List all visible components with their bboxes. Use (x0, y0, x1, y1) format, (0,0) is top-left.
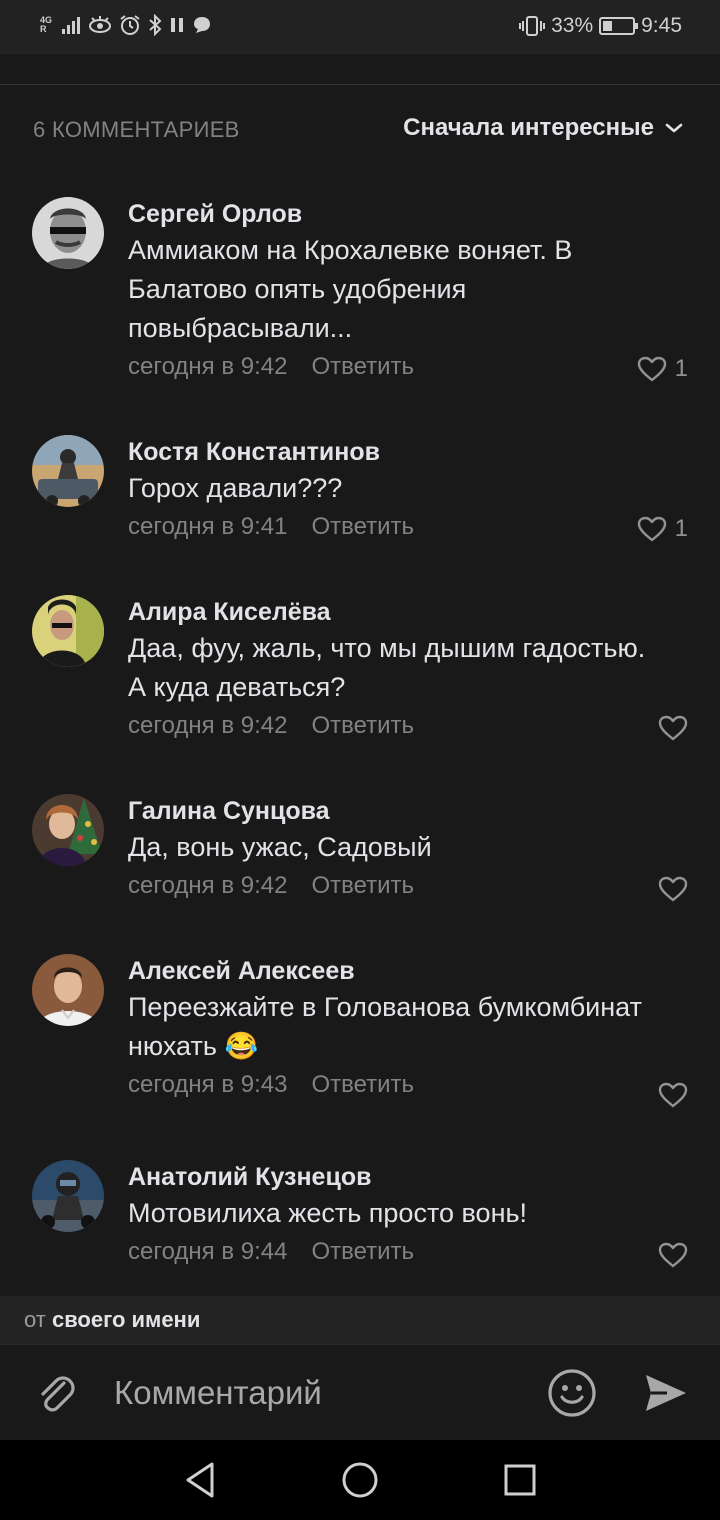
clock: 9:45 (641, 14, 682, 37)
comment-author[interactable]: Сергей Орлов (128, 197, 648, 231)
avatar-selfie-photo-icon[interactable] (32, 595, 104, 667)
laughing-emoji-icon: 😂 (224, 1031, 259, 1061)
avatar-vehicle-photo-icon[interactable] (32, 435, 104, 507)
comment-time: сегодня в 9:43 (128, 1071, 288, 1098)
comment-author[interactable]: Алексей Алексеев (128, 954, 648, 988)
comment-author[interactable]: Галина Сунцова (128, 794, 648, 828)
post-as-prefix: от (24, 1307, 46, 1332)
comment-time: сегодня в 9:42 (128, 353, 288, 380)
heart-icon (637, 516, 666, 542)
like-button[interactable] (658, 1082, 688, 1108)
post-as-name[interactable]: своего имени (52, 1307, 200, 1332)
home-button[interactable] (341, 1460, 379, 1505)
reply-button[interactable]: Ответить (311, 1235, 414, 1269)
back-button[interactable] (182, 1460, 218, 1505)
recents-button[interactable] (503, 1460, 537, 1505)
comment-time: сегодня в 9:44 (128, 1238, 288, 1265)
comment-text: Даа, фуу, жаль, что мы дышим гадостью. А… (128, 633, 646, 702)
recents-square-icon (504, 1464, 536, 1496)
heart-icon (658, 876, 688, 902)
home-circle-icon (342, 1462, 378, 1498)
comment-time: сегодня в 9:41 (128, 513, 288, 540)
pause-notification-icon (171, 18, 183, 32)
alarm-icon (120, 15, 140, 35)
like-button[interactable] (658, 876, 688, 902)
smiley-icon (548, 1369, 596, 1417)
comment-composer (0, 1344, 720, 1440)
like-count: 1 (674, 515, 688, 542)
comment-time: сегодня в 9:42 (128, 712, 288, 739)
comment-text: Мотовилиха жесть просто вонь! (128, 1198, 528, 1228)
comment-text: Переезжайте в Голованова бумкомбинат нюх… (128, 992, 642, 1061)
paperclip-icon (41, 1376, 75, 1412)
vibrate-icon (519, 16, 546, 36)
send-icon (646, 1375, 686, 1411)
bluetooth-icon (149, 14, 162, 36)
sort-dropdown[interactable]: Сначала интересные (403, 114, 684, 142)
status-bar: 4G R 33% 9:45 (0, 0, 720, 54)
sort-label: Сначала интересные (403, 114, 654, 141)
comment-input[interactable] (100, 1365, 520, 1421)
send-button[interactable] (643, 1372, 689, 1419)
comment-author[interactable]: Костя Константинов (128, 435, 648, 469)
status-icons-left: 4G R (40, 14, 212, 36)
network-roaming: R (40, 24, 47, 34)
comments-count: 6 КОММЕНТАРИЕВ (33, 117, 240, 142)
system-nav-bar (0, 1440, 720, 1520)
comment-text: Да, вонь ужас, Садовый (128, 832, 432, 862)
attach-button[interactable] (34, 1371, 78, 1420)
reply-button[interactable]: Ответить (311, 1068, 414, 1102)
heart-icon (658, 715, 688, 741)
heart-icon (637, 356, 666, 382)
like-button[interactable] (658, 1242, 688, 1268)
battery-level (603, 21, 613, 31)
status-icons-right: 33% 9:45 (519, 14, 682, 38)
eye-comfort-icon (89, 16, 111, 33)
post-as-bar[interactable]: от своего имени (0, 1296, 720, 1344)
comment-time: сегодня в 9:42 (128, 872, 288, 899)
comment-text: Аммиаком на Крохалевке воняет. В Балатов… (128, 235, 573, 343)
comment-author[interactable]: Анатолий Кузнецов (128, 1160, 648, 1194)
signal-icon (62, 17, 80, 34)
top-divider (0, 84, 720, 85)
heart-icon (658, 1082, 688, 1108)
chevron-down-icon (665, 123, 683, 133)
avatar-christmas-photo-icon[interactable] (32, 794, 104, 866)
avatar-motorcyclist-photo-icon[interactable] (32, 1160, 104, 1232)
like-button[interactable]: 1 (637, 515, 688, 543)
battery-icon (599, 17, 639, 35)
reply-button[interactable]: Ответить (311, 510, 414, 544)
avatar-man-photo-icon[interactable] (32, 954, 104, 1026)
comment-text: Горох давали??? (128, 473, 343, 503)
like-count: 1 (674, 355, 688, 382)
reply-button[interactable]: Ответить (311, 350, 414, 384)
like-button[interactable] (658, 715, 688, 741)
chat-bubble-icon (194, 17, 210, 33)
heart-icon (658, 1242, 688, 1268)
avatar-sunglasses-portrait-icon[interactable] (32, 197, 104, 269)
like-button[interactable]: 1 (637, 355, 688, 383)
emoji-button[interactable] (547, 1368, 597, 1423)
comments-header: 6 КОММЕНТАРИЕВ Сначала интересные (0, 108, 720, 152)
back-triangle-icon (186, 1462, 214, 1498)
battery-percent: 33% (551, 14, 594, 37)
reply-button[interactable]: Ответить (311, 869, 414, 903)
comment-author[interactable]: Алира Киселёва (128, 595, 648, 629)
reply-button[interactable]: Ответить (311, 709, 414, 743)
